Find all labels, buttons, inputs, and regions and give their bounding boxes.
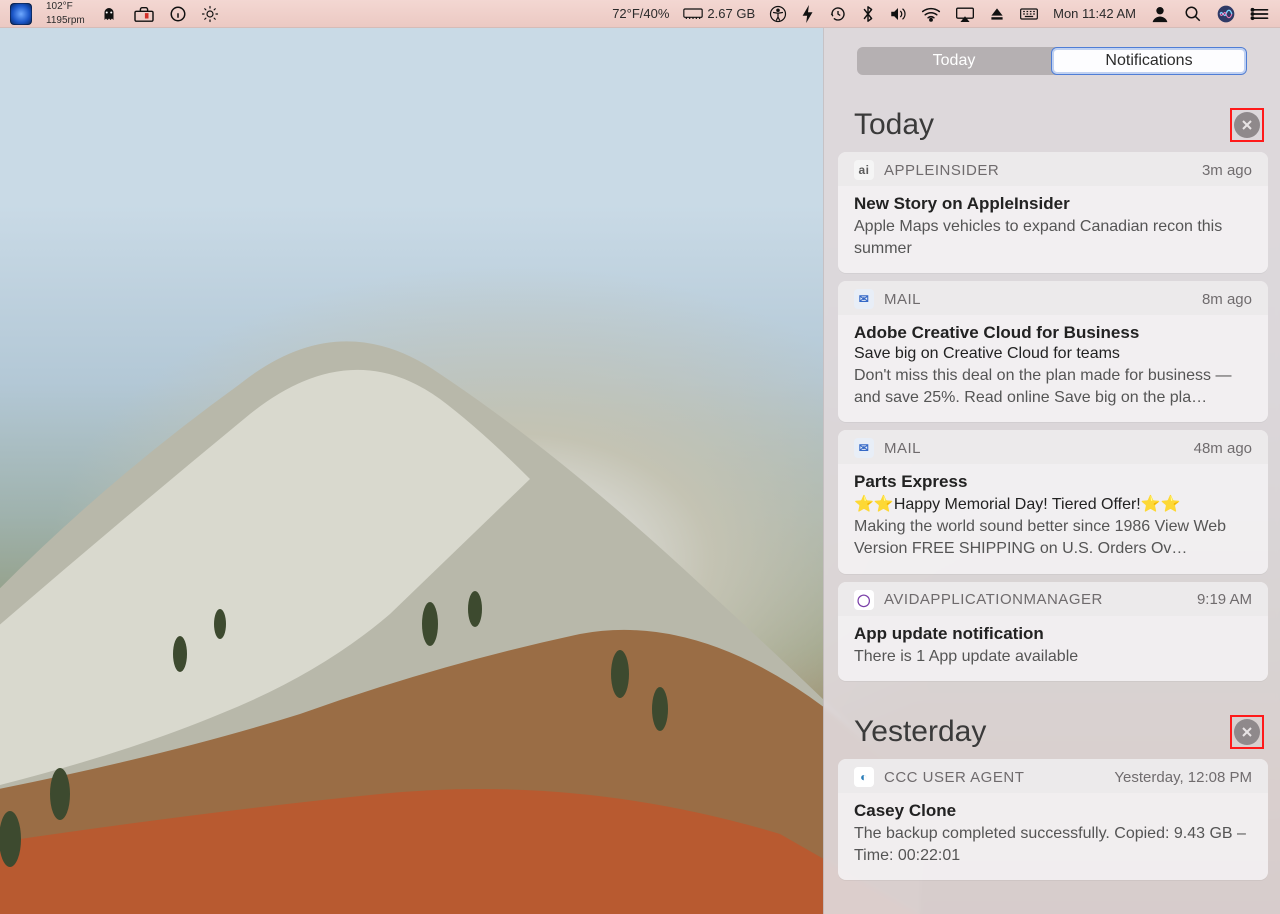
nc-body[interactable]: Today ai APPLEINSIDER 3m ago <box>824 94 1280 914</box>
ram-icon <box>683 7 703 21</box>
brightness-icon[interactable] <box>199 5 221 23</box>
keyboard-layout-icon[interactable] <box>1017 6 1041 22</box>
ram-text: 2.67 GB <box>707 6 755 21</box>
card-app-name: AVIDAPPLICATIONMANAGER <box>884 591 1103 608</box>
eject-icon[interactable] <box>987 6 1007 22</box>
notification-card[interactable]: ◯ AVIDAPPLICATIONMANAGER 9:19 AM App upd… <box>838 582 1268 682</box>
clear-yesterday-button[interactable] <box>1234 719 1260 745</box>
card-title: Adobe Creative Cloud for Business <box>854 323 1252 343</box>
card-title: App update notification <box>854 624 1252 644</box>
tab-today[interactable]: Today <box>857 47 1051 75</box>
section-head-today: Today <box>836 94 1270 152</box>
wifi-icon[interactable] <box>919 6 943 22</box>
info-icon[interactable] <box>167 5 189 23</box>
notification-center-panel: Today Notifications Today <box>823 28 1280 914</box>
card-app-name: MAIL <box>884 440 921 457</box>
close-icon <box>1240 725 1254 739</box>
card-app-name: APPLEINSIDER <box>884 162 999 179</box>
cards-yesterday: ◐ CCC USER AGENT Yesterday, 12:08 PM Cas… <box>836 759 1270 880</box>
app-icon-mail: ✉︎ <box>854 438 874 458</box>
card-subtitle: Save big on Creative Cloud for teams <box>854 345 1252 363</box>
section-title-today: Today <box>854 108 934 142</box>
app-icon-ccc: ◐ <box>854 767 874 787</box>
ghost-icon[interactable] <box>97 5 121 23</box>
timemachine-icon[interactable] <box>827 5 849 23</box>
card-title: New Story on AppleInsider <box>854 194 1252 214</box>
clear-today-button[interactable] <box>1234 112 1260 138</box>
istat-temps[interactable]: 102°F 1195rpm <box>44 2 87 26</box>
card-title: Parts Express <box>854 472 1252 492</box>
istat-temp: 102°F <box>46 2 73 12</box>
notification-card[interactable]: ◐ CCC USER AGENT Yesterday, 12:08 PM Cas… <box>838 759 1268 880</box>
clock-text[interactable]: Mon 11:42 AM <box>1051 6 1138 21</box>
app-icon-avid: ◯ <box>854 590 874 610</box>
card-body-text: Making the world sound better since 1986… <box>854 516 1252 559</box>
app-icon-appleinsider: ai <box>854 160 874 180</box>
card-body-text: Don't miss this deal on the plan made fo… <box>854 365 1252 408</box>
card-body-text: The backup completed successfully. Copie… <box>854 823 1252 866</box>
notification-card[interactable]: ✉︎ MAIL 48m ago Parts Express ⭐⭐Happy Me… <box>838 430 1268 573</box>
card-time: 48m ago <box>1194 440 1252 457</box>
user-icon[interactable] <box>1148 5 1172 23</box>
card-app-name: CCC USER AGENT <box>884 769 1024 786</box>
card-title: Casey Clone <box>854 801 1252 821</box>
notification-card[interactable]: ✉︎ MAIL 8m ago Adobe Creative Cloud for … <box>838 281 1268 422</box>
toolbox-icon[interactable] <box>131 5 157 23</box>
card-app-name: MAIL <box>884 291 921 308</box>
menubar: 102°F 1195rpm 72°F/40% 2.67 GB <box>0 0 1280 28</box>
mountain-illustration <box>0 154 920 914</box>
weather-text[interactable]: 72°F/40% <box>610 6 671 21</box>
tab-notifications[interactable]: Notifications <box>1051 47 1247 75</box>
tab-today-label: Today <box>933 52 976 70</box>
card-body-text: There is 1 App update available <box>854 646 1252 668</box>
close-icon <box>1240 118 1254 132</box>
card-time: 3m ago <box>1202 162 1252 179</box>
card-body-text: Apple Maps vehicles to expand Canadian r… <box>854 216 1252 259</box>
airplay-icon[interactable] <box>953 6 977 22</box>
card-time: Yesterday, 12:08 PM <box>1114 769 1252 786</box>
spotlight-icon[interactable] <box>1182 5 1204 23</box>
notification-center-icon[interactable] <box>1248 6 1272 22</box>
nc-tabs: Today Notifications <box>824 28 1280 94</box>
section-title-yesterday: Yesterday <box>854 715 986 749</box>
section-head-yesterday: Yesterday <box>836 701 1270 759</box>
highlight-box <box>1230 715 1264 749</box>
accessibility-icon[interactable] <box>767 5 789 23</box>
siri-icon[interactable] <box>1214 4 1238 24</box>
cards-today: ai APPLEINSIDER 3m ago New Story on Appl… <box>836 152 1270 681</box>
card-subtitle: ⭐⭐Happy Memorial Day! Tiered Offer!⭐⭐ <box>854 494 1252 514</box>
volume-icon[interactable] <box>887 6 909 22</box>
istat-rpm: 1195rpm <box>46 16 85 26</box>
app-icon-mail: ✉︎ <box>854 289 874 309</box>
tab-notifications-label: Notifications <box>1105 52 1192 70</box>
highlight-box <box>1230 108 1264 142</box>
memory-indicator[interactable]: 2.67 GB <box>681 6 757 21</box>
card-time: 8m ago <box>1202 291 1252 308</box>
istat-chip-icon[interactable] <box>8 3 34 25</box>
card-time: 9:19 AM <box>1197 591 1252 608</box>
nc-segmented-control: Today Notifications <box>857 47 1247 75</box>
lightning-icon[interactable] <box>799 5 817 23</box>
bluetooth-icon[interactable] <box>859 5 877 23</box>
notification-card[interactable]: ai APPLEINSIDER 3m ago New Story on Appl… <box>838 152 1268 273</box>
